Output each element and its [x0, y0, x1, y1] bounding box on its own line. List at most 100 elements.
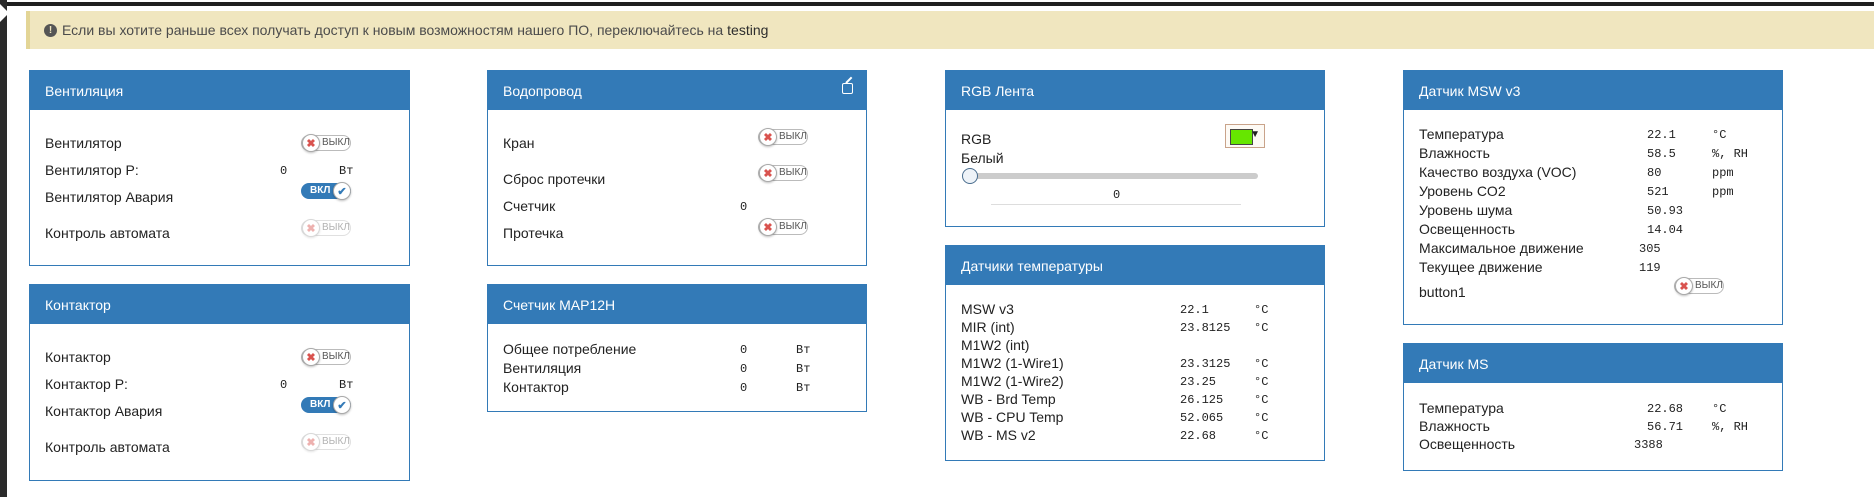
info-icon: !: [44, 23, 57, 37]
contactor-switch[interactable]: ✖ ВЫКЛ: [301, 348, 351, 366]
widget-header: Водопровод: [488, 71, 866, 110]
fan-switch[interactable]: ✖ ВЫКЛ: [301, 134, 351, 152]
widget-title: RGB Лента: [961, 82, 1034, 99]
testing-link[interactable]: testing: [727, 22, 768, 38]
msw-unit: ppm: [1712, 185, 1734, 199]
white-slider-track[interactable]: [968, 173, 1258, 179]
widget-title: Контактор: [45, 296, 111, 313]
msw-value: 305: [1639, 242, 1661, 256]
rgb-widget: RGB Лента RGB ▼ Белый 0: [945, 70, 1325, 227]
off-icon: ✖: [759, 164, 777, 182]
meter-total-unit: Вт: [796, 343, 811, 357]
button1-switch[interactable]: ✖ ВЫКЛ: [1674, 277, 1724, 295]
meter-total-value: 0: [740, 343, 748, 357]
check-icon: ✔: [333, 396, 351, 414]
msw-unit: %, RH: [1712, 147, 1749, 161]
msw-widget: Датчик MSW v3 Температура 22.1 °C Влажно…: [1403, 70, 1783, 325]
counter-value: 0: [740, 200, 748, 214]
off-icon: ✖: [759, 128, 777, 146]
testing-alert: ! Если вы хотите раньше всех получать до…: [26, 11, 1874, 49]
contactor-alarm-label: Контактор Авария: [45, 403, 163, 419]
ms-label: Влажность: [1419, 418, 1490, 434]
off-icon: ✖: [302, 134, 320, 152]
sidebar-collapse-edge[interactable]: [0, 0, 9, 497]
sidebar-toggle-icon[interactable]: [0, 4, 9, 22]
temp-label: WB - CPU Temp: [961, 409, 1064, 425]
meter-widget: Счетчик MAP12H Общее потребление 0 Вт Ве…: [487, 284, 867, 412]
meter-total-label: Общее потребление: [503, 341, 637, 357]
widget-title: Датчик MS: [1419, 355, 1489, 372]
fan-power-label: Вентилятор P:: [45, 162, 139, 178]
ventilation-widget: Вентиляция Вентилятор ✖ ВЫКЛ Вентилятор P…: [29, 70, 410, 266]
temp-label: MIR (int): [961, 319, 1015, 335]
widget-header: Счетчик MAP12H: [488, 285, 866, 324]
temperature-widget: Датчики температуры MSW v3 22.1 °C MIR (…: [945, 245, 1325, 461]
auto-control-label: Контроль автомата: [45, 439, 170, 455]
widget-header: Датчик MSW v3: [1404, 71, 1782, 110]
temp-value: 23.25: [1180, 375, 1217, 389]
water-widget: Водопровод Кран ✖ ВЫКЛ Сброс протечки ✖ ВЫ…: [487, 70, 867, 266]
ms-label: Освещенность: [1419, 436, 1516, 452]
temp-value: 23.8125: [1180, 321, 1231, 335]
button1-label: button1: [1419, 284, 1466, 300]
msw-unit: ppm: [1712, 166, 1734, 180]
widget-header: Датчик MS: [1404, 344, 1782, 383]
temp-unit: °C: [1254, 393, 1269, 407]
meter-vent-label: Вентиляция: [503, 360, 582, 376]
ms-label: Температура: [1419, 400, 1504, 416]
white-slider-handle[interactable]: [962, 168, 978, 184]
off-icon: ✖: [1675, 277, 1693, 295]
temp-unit: °C: [1254, 411, 1269, 425]
ms-value: 3388: [1634, 438, 1663, 452]
temp-value: 22.1: [1180, 303, 1209, 317]
contactor-alarm-switch[interactable]: ВКЛ ✔: [301, 396, 351, 414]
msw-label: Максимальное движение: [1419, 240, 1584, 256]
contactor-power-value: 0: [280, 378, 288, 392]
valve-switch[interactable]: ✖ ВЫКЛ: [758, 128, 808, 146]
meter-contactor-unit: Вт: [796, 381, 811, 395]
counter-label: Счетчик: [503, 198, 556, 214]
msw-label: Температура: [1419, 126, 1504, 142]
meter-vent-unit: Вт: [796, 362, 811, 376]
widget-title: Датчик MSW v3: [1419, 82, 1521, 99]
msw-unit: °C: [1712, 128, 1727, 142]
msw-label: Уровень шума: [1419, 202, 1513, 218]
temp-label: M1W2 (1-Wire1): [961, 355, 1064, 371]
fan-power-unit: Вт: [339, 164, 354, 178]
contactor-power-unit: Вт: [339, 378, 354, 392]
widget-title: Вентиляция: [45, 82, 124, 99]
divider: [991, 204, 1241, 205]
auto-control-switch[interactable]: ✖ ВЫКЛ: [301, 433, 351, 451]
msw-label: Освещенность: [1419, 221, 1516, 237]
auto-control-switch[interactable]: ✖ ВЫКЛ: [301, 219, 351, 237]
fan-label: Вентилятор: [45, 135, 122, 151]
off-icon: ✖: [302, 219, 320, 237]
msw-value: 22.1: [1647, 128, 1676, 142]
temp-value: 52.065: [1180, 411, 1224, 425]
widget-header: RGB Лента: [946, 71, 1324, 110]
edit-icon[interactable]: [842, 83, 853, 94]
temp-unit: °C: [1254, 303, 1269, 317]
msw-label: Качество воздуха (VOC): [1419, 164, 1577, 180]
caret-down-icon: ▼: [1250, 129, 1260, 140]
msw-label: Влажность: [1419, 145, 1490, 161]
ms-value: 22.68: [1647, 402, 1684, 416]
leak-reset-label: Сброс протечки: [503, 171, 606, 187]
fan-alarm-switch[interactable]: ВКЛ ✔: [301, 182, 351, 200]
widget-header: Контактор: [30, 285, 409, 324]
leak-label: Протечка: [503, 225, 564, 241]
leak-switch[interactable]: ✖ ВЫКЛ: [758, 218, 808, 236]
rgb-color-picker[interactable]: ▼: [1225, 124, 1265, 148]
leak-reset-switch[interactable]: ✖ ВЫКЛ: [758, 164, 808, 182]
ms-unit: %, RH: [1712, 420, 1749, 434]
msw-label: Текущее движение: [1419, 259, 1543, 275]
temp-label: M1W2 (int): [961, 337, 1030, 353]
fan-alarm-label: Вентилятор Авария: [45, 189, 174, 205]
off-icon: ✖: [302, 433, 320, 451]
contactor-widget: Контактор Контактор ✖ ВЫКЛ Контактор P: 0…: [29, 284, 410, 481]
temp-unit: °C: [1254, 429, 1269, 443]
auto-control-label: Контроль автомата: [45, 225, 170, 241]
msw-value: 58.5: [1647, 147, 1676, 161]
widget-header: Вентиляция: [30, 71, 409, 110]
temp-value: 23.3125: [1180, 357, 1231, 371]
